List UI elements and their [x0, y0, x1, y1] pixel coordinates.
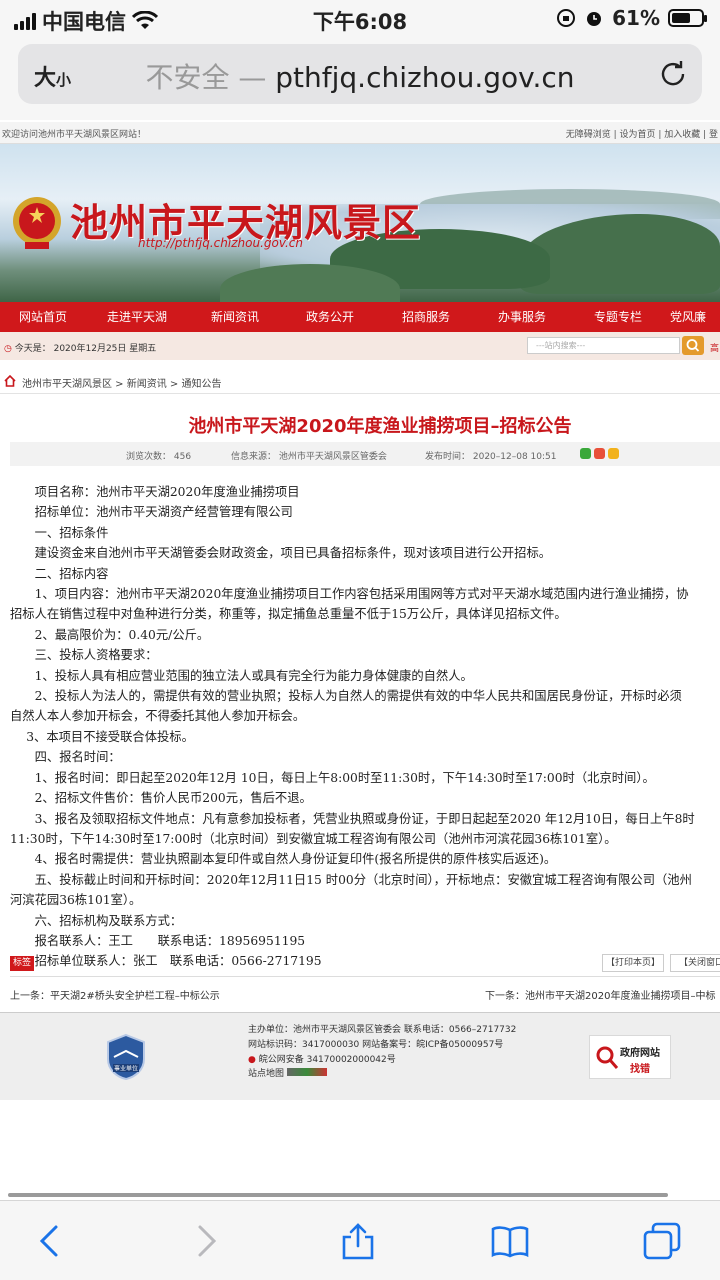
nav-investment[interactable]: 招商服务	[378, 302, 474, 332]
browser-chrome: 大小 不安全 — pthfjq.chizhou.gov.cn	[0, 38, 720, 120]
prev-next-nav: 上一条：平天湖2#桥头安全护栏工程–中标公示 下一条：池州市平天湖2020年度渔…	[10, 976, 720, 1002]
orientation-lock-icon	[557, 9, 576, 27]
date-search-bar: ◷ 今天是： 2020年12月25日 星期五 ---站内搜索--- 高	[0, 332, 720, 360]
view-count: 浏览次数： 456	[126, 452, 192, 462]
article-paragraph: 1、报名时间：即日起至2020年12月 10日，每日上午8:00时至11:30时…	[10, 770, 655, 785]
close-window-button[interactable]: 【关闭窗口	[670, 954, 720, 972]
back-icon[interactable]	[30, 1221, 70, 1261]
police-badge-icon: ●	[248, 1054, 256, 1065]
national-emblem-icon	[13, 197, 61, 249]
publish-time: 发布时间： 2020–12–08 10:51	[425, 452, 557, 462]
wechat-share-icon[interactable]	[580, 448, 591, 459]
article-paragraph: 五、投标截止时间和开标时间：2020年12月11日15 时00分（北京时间），开…	[10, 872, 692, 887]
public-institution-badge-icon[interactable]: 事业单位	[104, 1033, 148, 1081]
prev-article-link[interactable]: 上一条：平天湖2#桥头安全护栏工程–中标公示	[10, 987, 220, 1002]
nav-news[interactable]: 新闻资讯	[188, 302, 282, 332]
article-paragraph: 3、本项目不接受联合体投标。	[10, 729, 194, 744]
home-icon	[4, 375, 16, 387]
article-paragraph: 2、招标文件售价：售价人民币200元，售后不退。	[10, 791, 312, 806]
badge-text: 事业单位	[114, 1065, 138, 1073]
site-footer: 事业单位 主办单位：池州市平天湖风景区管委会 联系电话：0566–2717732…	[0, 1012, 720, 1100]
article-paragraph: 二、招标内容	[10, 566, 109, 581]
footer-police: 皖公网安备 34170002000042号	[258, 1054, 396, 1065]
article-paragraph: 河滨花园36栋101室）。	[10, 893, 142, 908]
article-paragraph: 六、招标机构及联系方式：	[10, 913, 183, 928]
site-top-strip: 欢迎访问池州市平天湖风景区网站！ 无障碍浏览 | 设为首页 | 加入收藏 | 登	[0, 122, 720, 144]
advanced-search-link[interactable]: 高	[710, 341, 719, 354]
info-source: 信息来源： 池州市平天湖风景区管委会	[231, 452, 387, 462]
article-paragraph: 自然人本人参加开标会，不得委托其他人参加开标会。	[10, 709, 306, 724]
breadcrumb-path[interactable]: 池州市平天湖风景区 > 新闻资讯 > 通知公告	[22, 375, 221, 390]
find-error-label: 找错	[630, 1064, 650, 1075]
article-paragraph: 三、投标人资格要求：	[10, 648, 158, 663]
article-paragraph: 项目名称：池州市平天湖2020年度渔业捕捞项目	[10, 485, 300, 499]
weibo-share-icon[interactable]	[594, 448, 605, 459]
alarm-icon	[587, 12, 602, 26]
battery-percent: 61%	[612, 6, 660, 30]
article-paragraph: 一、招标条件	[10, 525, 109, 540]
article-paragraph: 4、报名时需提供：营业执照副本复印件或自然人身份证复印件(报名所提供的原件核实后…	[10, 852, 557, 867]
today-date: 今天是： 2020年12月25日 星期五	[14, 344, 157, 354]
breadcrumb: 池州市平天湖风景区 > 新闻资讯 > 通知公告	[0, 368, 720, 394]
status-bar: 中国电信 下午6:08 61%	[0, 0, 720, 38]
tag-label: 标签	[10, 956, 34, 971]
article-body: 项目名称：池州市平天湖2020年度渔业捕捞项目 招标单位：池州市平天湖资产经营管…	[10, 482, 720, 972]
reload-icon[interactable]	[658, 58, 688, 88]
nav-gov-affairs[interactable]: 政务公开	[282, 302, 378, 332]
site-search-input[interactable]: ---站内搜索---	[527, 337, 680, 354]
top-links[interactable]: 无障碍浏览 | 设为首页 | 加入收藏 | 登	[566, 127, 718, 140]
clock-icon: ◷	[4, 344, 12, 354]
article-paragraph: 招标人在销售过程中对鱼种进行分类，称重等，拟定捕鱼总重量不低于15万公斤，具体详…	[10, 607, 567, 622]
article-paragraph: 招标单位：池州市平天湖资产经营管理有限公司	[10, 505, 293, 520]
footer-site-id: 网站标识码：3417000030 网站备案号：皖ICP备05000957号	[248, 1039, 504, 1050]
forward-icon[interactable]	[186, 1221, 226, 1261]
footer-host: 主办单位：池州市平天湖风景区管委会 联系电话：0566–2717732	[248, 1025, 517, 1035]
article-paragraph: 11:30时，下午14:30时至17:00时（北京时间）到安徽宜城工程咨询有限公…	[10, 831, 617, 846]
gov-site-label: 政府网站	[620, 1048, 660, 1059]
nav-home[interactable]: 网站首页	[0, 302, 86, 332]
gov-site-find-error-button[interactable]: 政府网站 找错	[589, 1035, 671, 1079]
url-display[interactable]: 不安全 — pthfjq.chizhou.gov.cn	[18, 56, 702, 96]
address-bar[interactable]: 大小 不安全 — pthfjq.chizhou.gov.cn	[18, 44, 702, 104]
print-button[interactable]: 【打印本页】	[602, 954, 664, 972]
welcome-text: 欢迎访问池州市平天湖风景区网站！	[2, 130, 147, 140]
search-icon	[686, 339, 700, 352]
article-title: 池州市平天湖2020年度渔业捕捞项目–招标公告	[188, 416, 572, 437]
nav-topics[interactable]: 专题专栏	[570, 302, 666, 332]
article-paragraph: 1、投标人具有相应营业范围的独立法人或具有完全行为能力身体健康的自然人。	[10, 668, 473, 683]
article-paragraph: 2、投标人为法人的，需提供有效的营业执照；投标人为自然人的需提供有效的中华人民共…	[10, 689, 682, 704]
nav-integrity[interactable]: 党风廉	[666, 302, 720, 332]
article-paragraph: 建设资金来自池州市平天湖管委会财政资金，项目已具备招标条件，现对该项目进行公开招…	[10, 546, 552, 561]
article-paragraph: 四、报名时间：	[10, 750, 121, 765]
main-nav: 网站首页 走进平天湖 新闻资讯 政务公开 招商服务 办事服务 专题专栏 党风廉	[0, 302, 720, 332]
bookmarks-icon[interactable]	[490, 1221, 530, 1261]
search-button[interactable]	[682, 336, 704, 355]
sitemap-link[interactable]: 站点地图	[248, 1069, 284, 1079]
article-paragraph: 报名联系人：王工 联系电话：18956951195	[10, 933, 306, 948]
horizontal-scrollbar[interactable]	[8, 1193, 668, 1197]
article-meta: 浏览次数： 456 信息来源： 池州市平天湖风景区管委会 发布时间： 2020–…	[10, 442, 720, 466]
cnzz-icon[interactable]	[286, 1068, 327, 1077]
site-banner: 池州市平天湖风景区 http://pthfjq.chizhou.gov.cn	[0, 144, 720, 302]
favorite-share-icon[interactable]	[608, 448, 619, 459]
tabs-icon[interactable]	[642, 1221, 682, 1261]
magnifier-icon	[596, 1046, 619, 1069]
article-paragraph: 1、项目内容：池州市平天湖2020年度渔业捕捞项目工作内容包括采用围网等方式对平…	[10, 587, 689, 602]
nav-services[interactable]: 办事服务	[474, 302, 570, 332]
next-article-link[interactable]: 下一条：池州市平天湖2020年度渔业捕捞项目–中标	[485, 987, 715, 1002]
site-url: http://pthfjq.chizhou.gov.cn	[138, 236, 303, 250]
article-paragraph: 2、最高限价为：0.40元/公斤。	[10, 627, 210, 642]
share-icon[interactable]	[338, 1221, 378, 1261]
battery-icon	[668, 9, 707, 27]
article-paragraph: 3、报名及领取招标文件地点：凡有意参加投标者，凭营业执照或身份证，于即日起起至2…	[10, 811, 695, 826]
browser-toolbar	[0, 1200, 720, 1280]
nav-about[interactable]: 走进平天湖	[86, 302, 188, 332]
